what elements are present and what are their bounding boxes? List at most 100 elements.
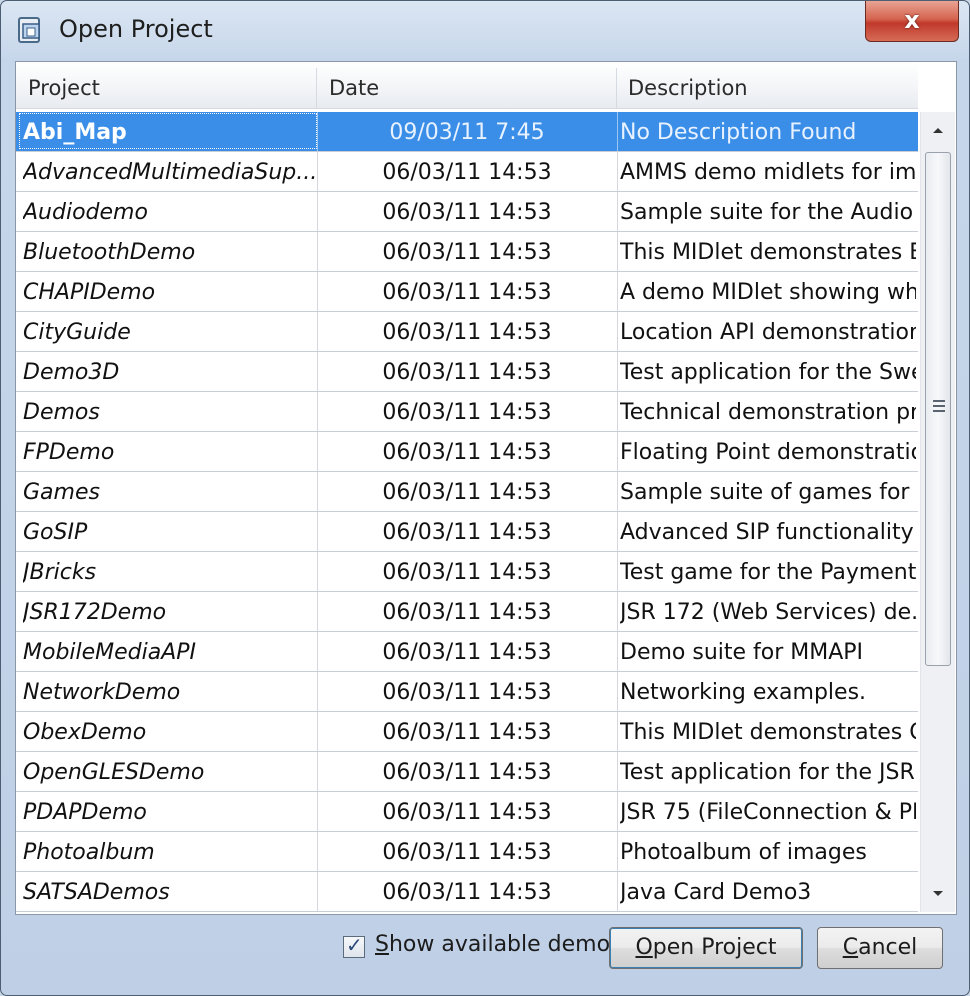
table-row[interactable]: OpenGLESDemo 06/03/11 14:53 Test applicati… bbox=[16, 752, 918, 792]
date-cell: 06/03/11 14:53 bbox=[382, 320, 552, 345]
date-cell: 06/03/11 14:53 bbox=[382, 160, 552, 185]
table-row[interactable]: Photoalbum 06/03/11 14:53 Photoalbum of im… bbox=[16, 832, 918, 872]
description-cell: AMMS demo midlets for ima... bbox=[620, 160, 916, 185]
cell-divider bbox=[617, 592, 618, 631]
cell-divider bbox=[617, 672, 618, 711]
description-cell: Test application for the Swe... bbox=[620, 360, 916, 385]
cell-divider bbox=[317, 472, 318, 511]
column-header-description[interactable]: Description bbox=[616, 62, 918, 108]
date-cell: 06/03/11 14:53 bbox=[382, 640, 552, 665]
description-cell: Sample suite for the Audio B... bbox=[620, 200, 916, 225]
table-row[interactable]: Demo3D 06/03/11 14:53 Test application for… bbox=[16, 352, 918, 392]
table-row[interactable]: SATSADemos 06/03/11 14:53 Java Card Demo3 bbox=[16, 872, 918, 912]
cell-divider bbox=[617, 632, 618, 671]
table-row[interactable]: ObexDemo 06/03/11 14:53 This MIDlet demons… bbox=[16, 712, 918, 752]
cell-divider bbox=[317, 872, 318, 911]
date-cell: 06/03/11 14:53 bbox=[382, 600, 552, 625]
cell-divider bbox=[317, 112, 318, 151]
cell-divider bbox=[317, 312, 318, 351]
open-project-button[interactable]: Open Project bbox=[609, 927, 803, 969]
date-cell: 06/03/11 14:53 bbox=[382, 240, 552, 265]
date-cell: 06/03/11 14:53 bbox=[382, 760, 552, 785]
project-cell: SATSADemos bbox=[23, 880, 170, 905]
project-cell: Photoalbum bbox=[23, 840, 155, 865]
show-demos-label[interactable]: Show available demos bbox=[375, 932, 622, 957]
description-cell: This MIDlet demonstrates Bl... bbox=[620, 240, 916, 265]
cell-divider bbox=[617, 872, 618, 911]
cell-divider bbox=[317, 512, 318, 551]
project-cell: GoSIP bbox=[23, 520, 88, 545]
cell-divider bbox=[317, 552, 318, 591]
title-bar[interactable]: Open Project x bbox=[1, 1, 969, 59]
description-cell: This MIDlet demonstrates O... bbox=[620, 720, 916, 745]
cell-divider bbox=[317, 272, 318, 311]
cell-divider bbox=[317, 432, 318, 471]
date-cell: 06/03/11 14:53 bbox=[382, 520, 552, 545]
scroll-down-button[interactable] bbox=[921, 876, 955, 912]
column-header-project[interactable]: Project bbox=[16, 62, 316, 108]
project-cell: AdvancedMultimediaSup... bbox=[23, 160, 318, 185]
table-row[interactable]: CHAPIDemo 06/03/11 14:53 A demo MIDlet sho… bbox=[16, 272, 918, 312]
cell-divider bbox=[317, 632, 318, 671]
table-row[interactable]: MobileMediaAPI 06/03/11 14:53 Demo suite f… bbox=[16, 632, 918, 672]
cell-divider bbox=[617, 552, 618, 591]
project-list[interactable]: Project Date Description Abi_Map 09/03/11… bbox=[15, 61, 957, 915]
description-cell: Floating Point demonstratio... bbox=[620, 440, 916, 465]
description-cell: Technical demonstration pro... bbox=[620, 400, 916, 425]
description-cell: Test game for the Payment ... bbox=[620, 560, 916, 585]
project-cell: Games bbox=[23, 480, 100, 505]
date-cell: 06/03/11 14:53 bbox=[382, 720, 552, 745]
description-cell: JSR 172 (Web Services) de... bbox=[620, 600, 916, 625]
cell-divider bbox=[317, 192, 318, 231]
close-button[interactable]: x bbox=[865, 1, 959, 42]
description-cell: Sample suite of games for t... bbox=[620, 480, 916, 505]
table-row[interactable]: Games 06/03/11 14:53 Sample suite of games… bbox=[16, 472, 918, 512]
table-row[interactable]: AdvancedMultimediaSup... 06/03/11 14:53 AM… bbox=[16, 152, 918, 192]
description-cell: Java Card Demo3 bbox=[620, 880, 812, 905]
project-cell: JSR172Demo bbox=[23, 600, 167, 625]
cell-divider bbox=[317, 152, 318, 191]
table-row[interactable]: BluetoothDemo 06/03/11 14:53 This MIDlet d… bbox=[16, 232, 918, 272]
vertical-scrollbar[interactable] bbox=[920, 112, 955, 912]
table-row[interactable]: JSR172Demo 06/03/11 14:53 JSR 172 (Web Ser… bbox=[16, 592, 918, 632]
project-cell: ObexDemo bbox=[23, 720, 147, 745]
project-cell: MobileMediaAPI bbox=[23, 640, 197, 665]
close-icon: x bbox=[904, 6, 920, 34]
cell-divider bbox=[317, 352, 318, 391]
table-row[interactable]: CityGuide 06/03/11 14:53 Location API demo… bbox=[16, 312, 918, 352]
table-row[interactable]: JBricks 06/03/11 14:53 Test game for the P… bbox=[16, 552, 918, 592]
description-cell: Networking examples. bbox=[620, 680, 867, 705]
cell-divider bbox=[317, 712, 318, 751]
scrollbar-thumb[interactable] bbox=[925, 152, 951, 666]
app-icon bbox=[18, 17, 40, 43]
table-row[interactable]: Audiodemo 06/03/11 14:53 Sample suite for … bbox=[16, 192, 918, 232]
column-header-date[interactable]: Date bbox=[317, 62, 617, 108]
project-cell: PDAPDemo bbox=[23, 800, 147, 825]
table-row[interactable]: FPDemo 06/03/11 14:53 Floating Point demon… bbox=[16, 432, 918, 472]
cell-divider bbox=[617, 512, 618, 551]
cell-divider bbox=[317, 832, 318, 871]
show-demos-checkbox[interactable]: ✓ bbox=[343, 933, 365, 958]
project-cell: Demos bbox=[23, 400, 100, 425]
cell-divider bbox=[617, 272, 618, 311]
cell-divider bbox=[317, 392, 318, 431]
cell-divider bbox=[617, 392, 618, 431]
date-cell: 06/03/11 14:53 bbox=[382, 800, 552, 825]
cancel-button[interactable]: Cancel bbox=[817, 927, 943, 969]
scroll-up-button[interactable] bbox=[921, 112, 955, 148]
project-cell: Abi_Map bbox=[23, 120, 127, 145]
table-row[interactable]: PDAPDemo 06/03/11 14:53 JSR 75 (FileConnec… bbox=[16, 792, 918, 832]
description-cell: Advanced SIP functionality ... bbox=[620, 520, 916, 545]
table-row[interactable]: Demos 06/03/11 14:53 Technical demonstrati… bbox=[16, 392, 918, 432]
project-cell: OpenGLESDemo bbox=[23, 760, 205, 785]
table-row[interactable]: GoSIP 06/03/11 14:53 Advanced SIP function… bbox=[16, 512, 918, 552]
description-cell: Location API demonstration. bbox=[620, 320, 916, 345]
table-row[interactable]: NetworkDemo 06/03/11 14:53 Networking exam… bbox=[16, 672, 918, 712]
cell-divider bbox=[617, 352, 618, 391]
cell-divider bbox=[617, 472, 618, 511]
project-cell: Audiodemo bbox=[23, 200, 148, 225]
cell-divider bbox=[317, 232, 318, 271]
cell-divider bbox=[317, 792, 318, 831]
table-row[interactable]: Abi_Map 09/03/11 7:45 No Description Found bbox=[16, 112, 918, 152]
cell-divider bbox=[617, 432, 618, 471]
